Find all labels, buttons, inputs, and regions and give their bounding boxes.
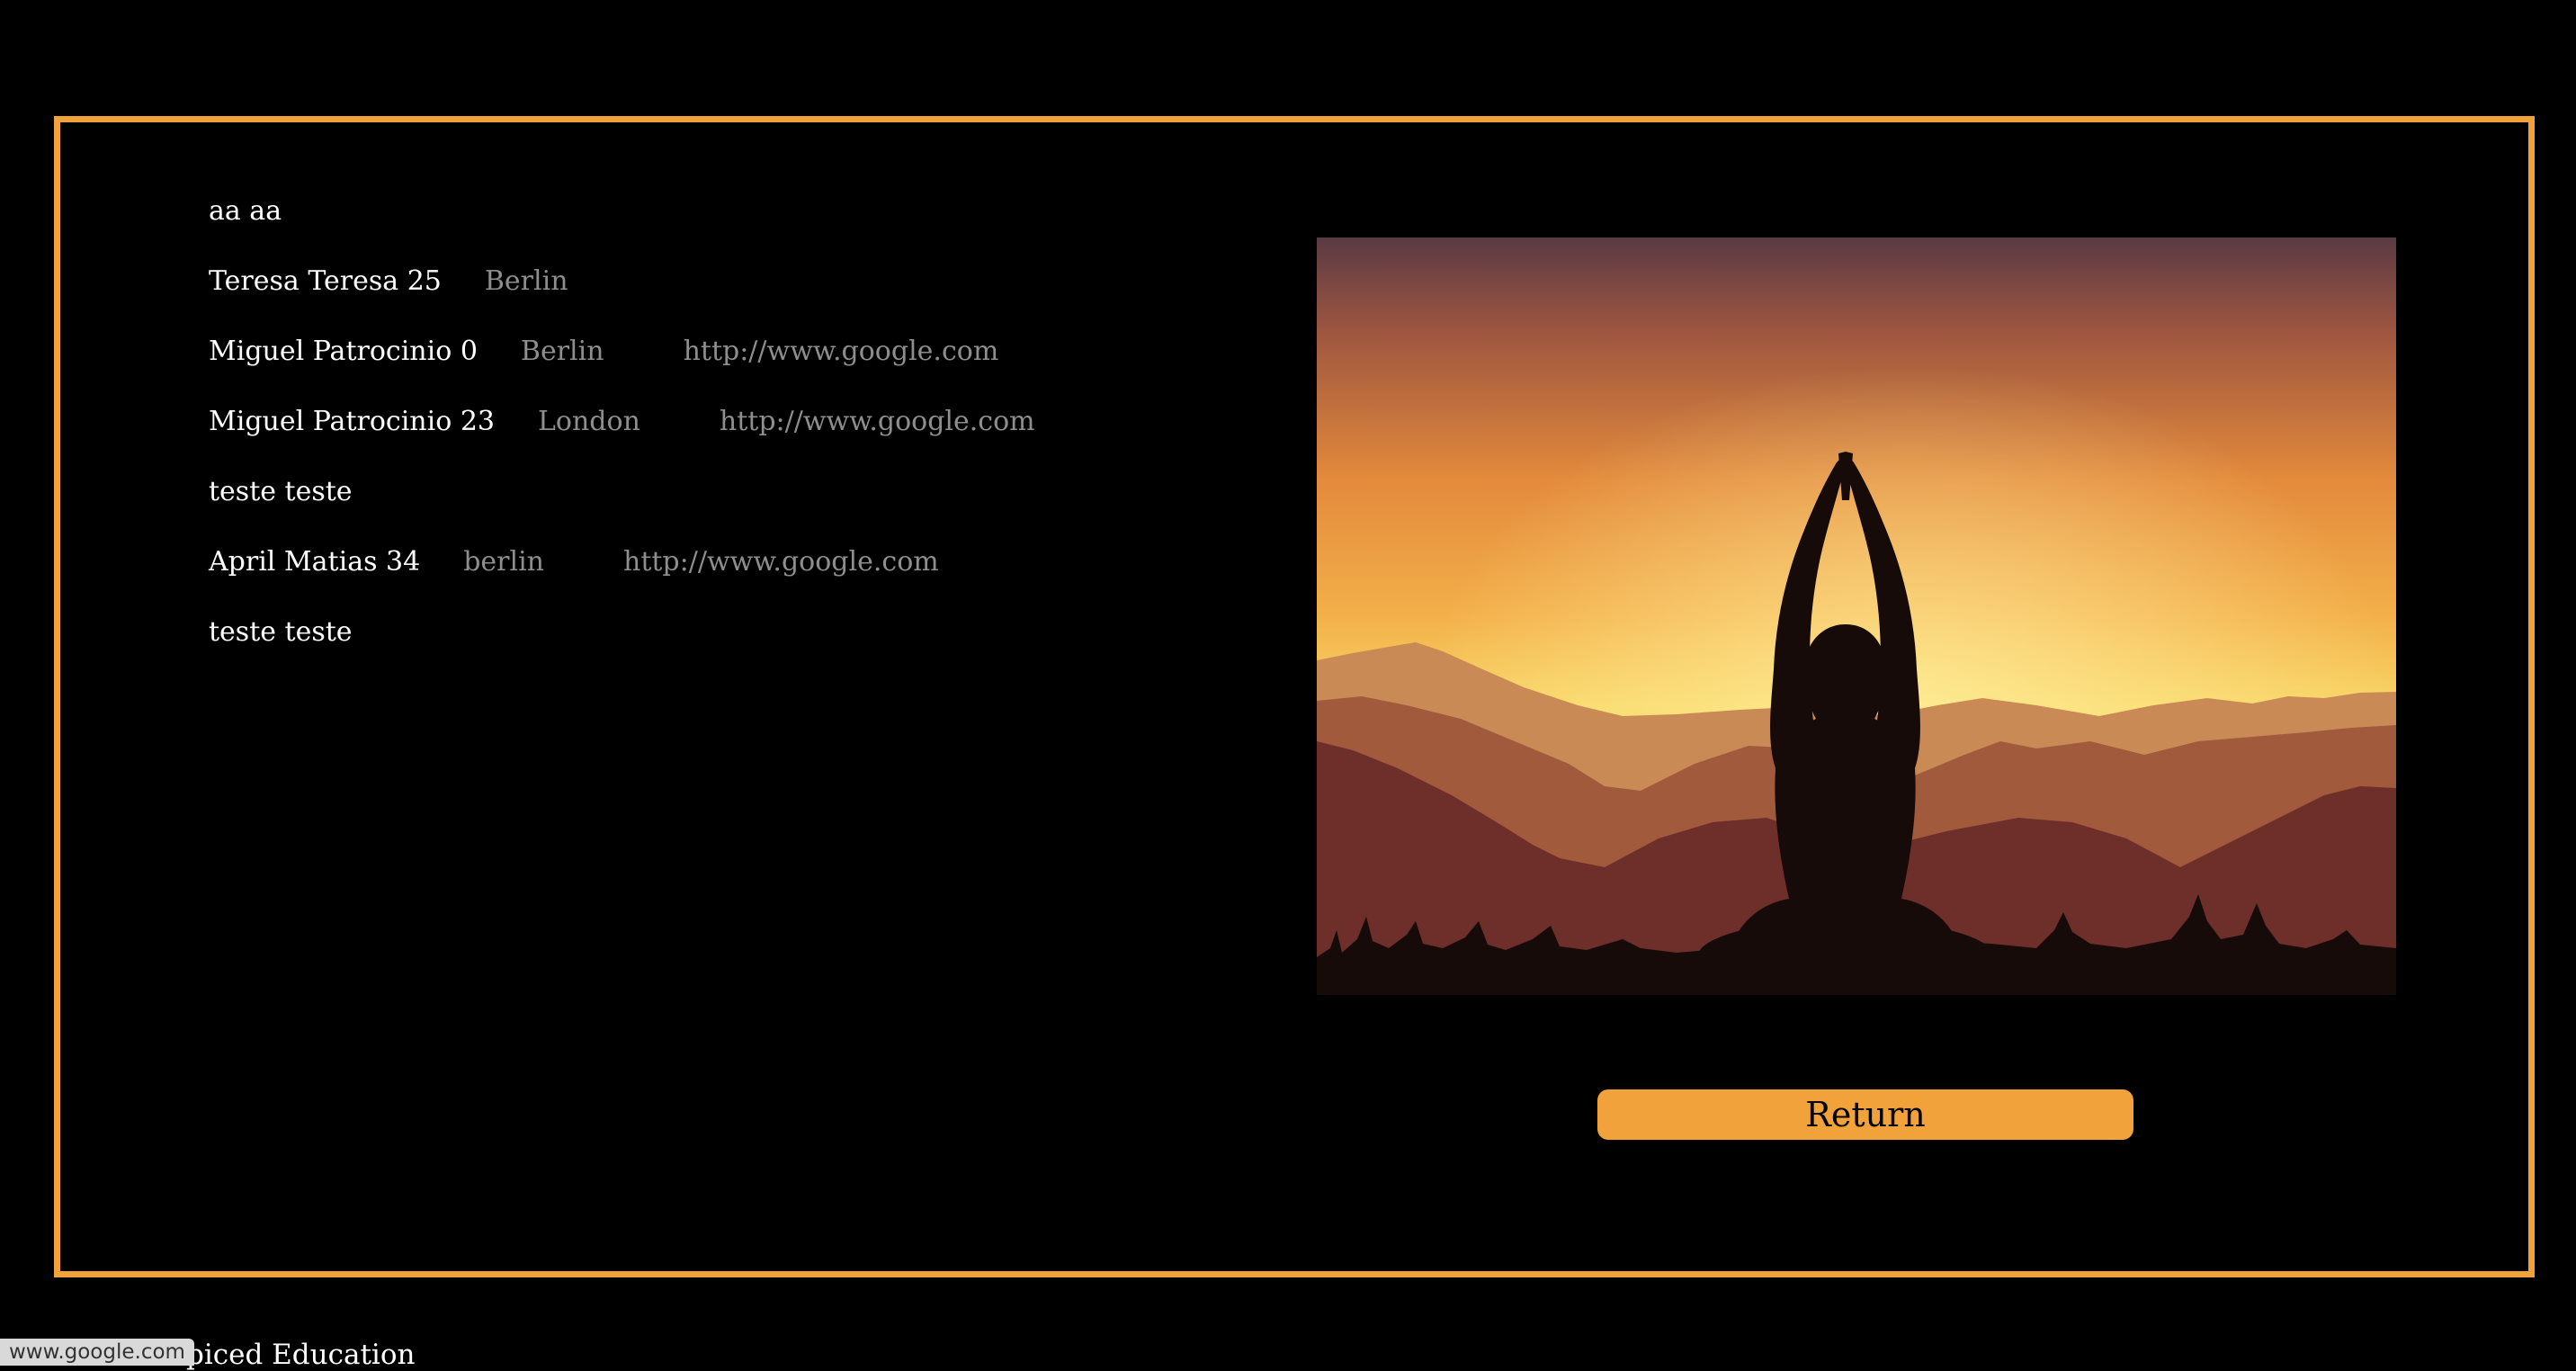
list-item: teste teste [209, 456, 1035, 526]
people-list: aa aa Teresa Teresa 25 Berlin Miguel Pat… [209, 175, 1035, 667]
person-name: Miguel Patrocinio 0 [209, 335, 478, 367]
list-item: Teresa Teresa 25 Berlin [209, 246, 1035, 316]
person-website-link[interactable]: http://www.google.com [684, 336, 999, 367]
person-city: Berlin [520, 335, 604, 367]
list-item: Miguel Patrocinio 0 Berlin http://www.go… [209, 316, 1035, 386]
return-button[interactable]: Return [1597, 1089, 2133, 1140]
person-website-link[interactable]: http://www.google.com [720, 406, 1035, 437]
footer-text: piced Education [186, 1339, 416, 1371]
list-item: teste teste [209, 596, 1035, 667]
person-name: Miguel Patrocinio 23 [209, 405, 495, 437]
person-name: aa aa [209, 194, 282, 227]
status-bar-url: www.google.com [0, 1339, 194, 1366]
list-item: Miguel Patrocinio 23 London http://www.g… [209, 386, 1035, 456]
person-name: teste teste [209, 475, 353, 507]
list-item: April Matias 34 berlin http://www.google… [209, 526, 1035, 596]
person-name: teste teste [209, 615, 353, 648]
person-city: Berlin [484, 264, 568, 297]
person-city: berlin [463, 545, 544, 578]
person-website-link[interactable]: http://www.google.com [623, 546, 939, 578]
person-name: April Matias 34 [209, 545, 421, 578]
yoga-sunset-image [1317, 237, 2396, 995]
person-name: Teresa Teresa 25 [209, 264, 442, 297]
person-city: London [538, 405, 640, 437]
list-item: aa aa [209, 175, 1035, 246]
